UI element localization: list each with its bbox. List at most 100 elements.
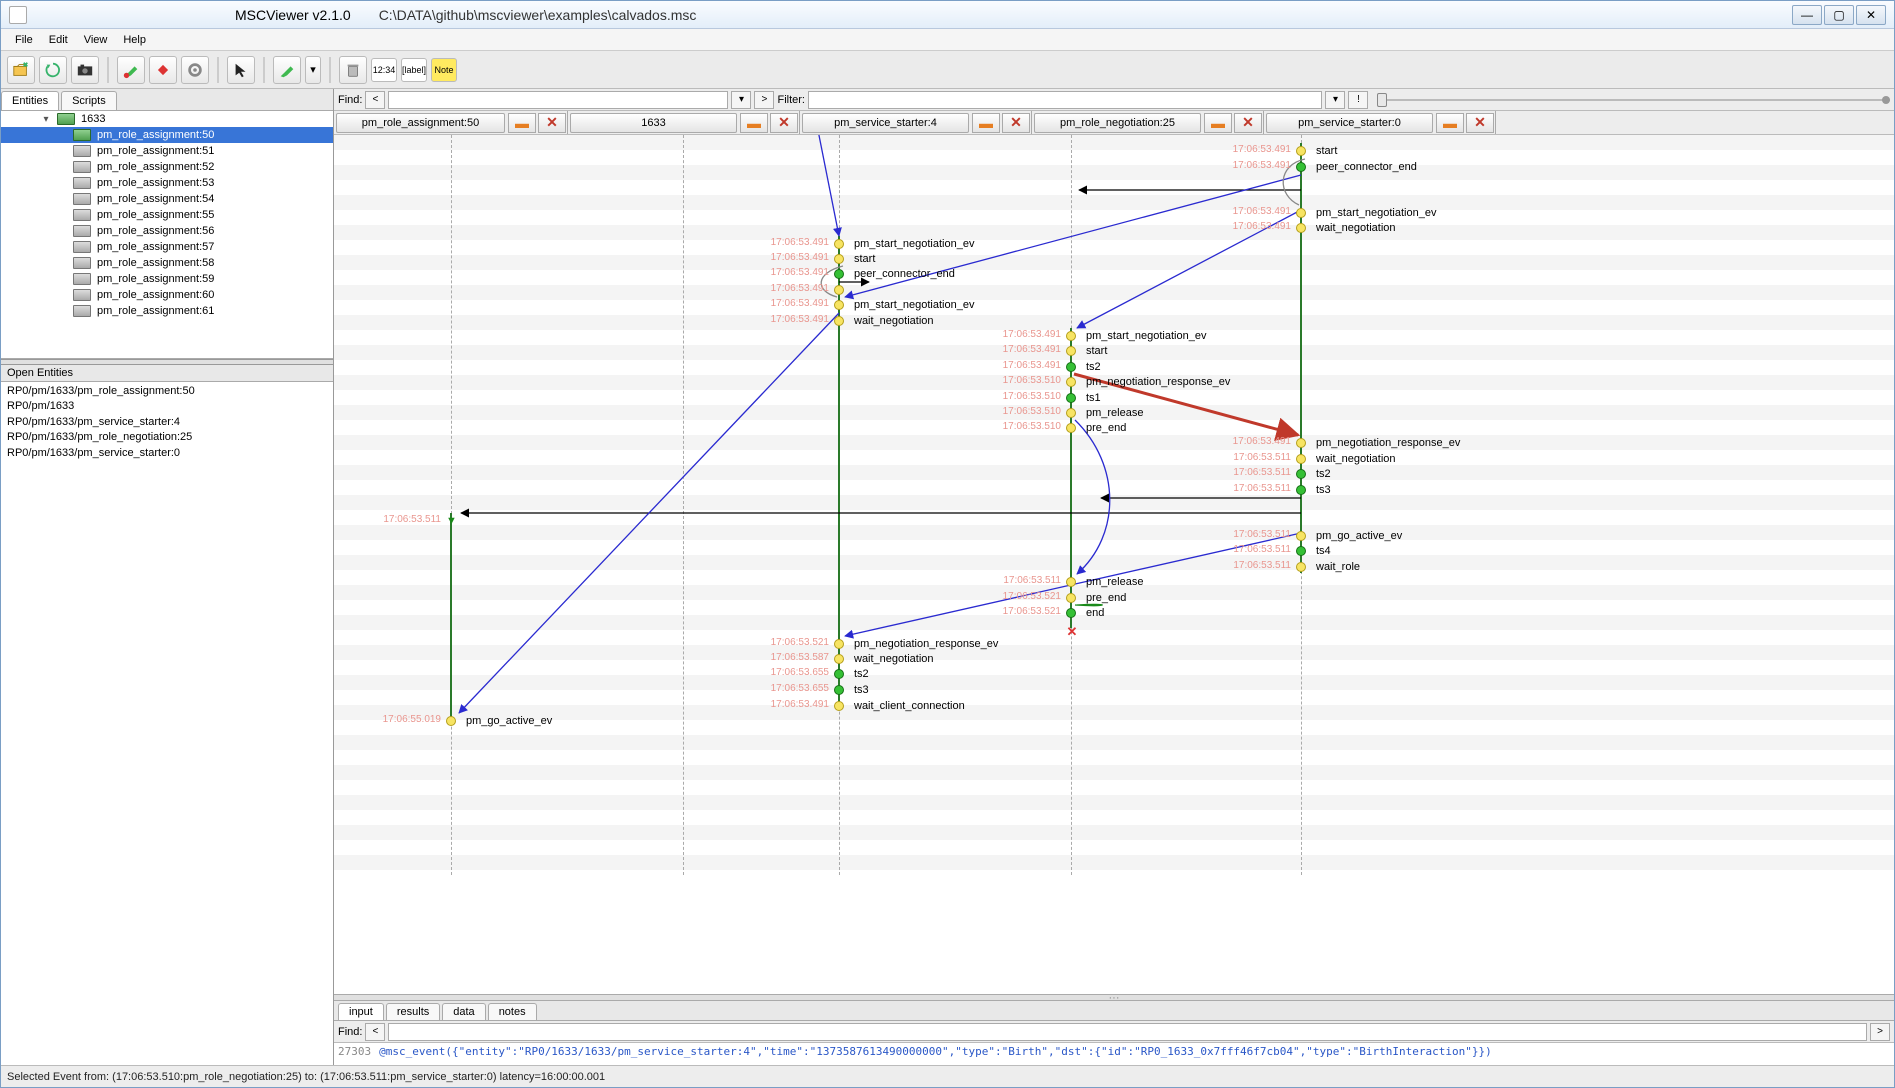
tab-entities[interactable]: Entities (1, 91, 59, 110)
tab-notes[interactable]: notes (488, 1003, 537, 1020)
find2-input[interactable] (388, 1023, 1867, 1041)
tab-input[interactable]: input (338, 1003, 384, 1020)
toggle-timestamps-button[interactable]: 12:34 (371, 58, 397, 82)
event-node[interactable]: pm_release (1066, 405, 1143, 420)
marker-red-button[interactable] (117, 56, 145, 84)
event-node[interactable]: end (1066, 605, 1104, 620)
event-node[interactable]: ts2 (834, 666, 869, 681)
tab-results[interactable]: results (386, 1003, 440, 1020)
event-node[interactable]: ts4 (1296, 543, 1331, 558)
tree-item[interactable]: pm_role_assignment:56 (1, 223, 333, 239)
filter-dropdown-icon[interactable]: ▾ (1325, 91, 1345, 109)
entity-hide-button[interactable]: ▬ (972, 113, 1000, 133)
entity-column-label[interactable]: pm_service_starter:4 (802, 113, 969, 133)
find-prev-button[interactable]: < (365, 91, 385, 109)
event-node[interactable]: pm_negotiation_response_ev (1066, 374, 1230, 389)
open-entity-item[interactable]: RP0/pm/1633/pm_role_negotiation:25 (7, 430, 327, 445)
event-node[interactable]: pm_go_active_ev (446, 713, 552, 728)
filter-input[interactable] (808, 91, 1323, 109)
event-node[interactable]: pm_start_negotiation_ev (834, 297, 974, 312)
event-node[interactable]: pm_start_negotiation_ev (1296, 205, 1436, 220)
entity-hide-button[interactable]: ▬ (1204, 113, 1232, 133)
entity-close-button[interactable]: ✕ (1234, 113, 1262, 133)
event-node[interactable]: ts3 (1296, 482, 1331, 497)
zoom-slider[interactable] (1377, 91, 1890, 109)
event-node[interactable]: pm_go_active_ev (1296, 528, 1402, 543)
tree-item[interactable]: pm_role_assignment:61 (1, 303, 333, 319)
menu-help[interactable]: Help (115, 32, 154, 48)
filter-bang-button[interactable]: ! (1348, 91, 1368, 109)
toggle-labels-button[interactable]: [label] (401, 58, 427, 82)
open-entity-item[interactable]: RP0/pm/1633 (7, 399, 327, 414)
event-node[interactable]: wait_negotiation (1296, 220, 1396, 235)
event-node[interactable]: wait_client_connection (834, 698, 965, 713)
event-node[interactable]: pm_negotiation_response_ev (1296, 435, 1460, 450)
entity-close-button[interactable]: ✕ (538, 113, 566, 133)
tree-item[interactable]: pm_role_assignment:54 (1, 191, 333, 207)
window-maximize-button[interactable]: ▢ (1824, 5, 1854, 25)
reload-button[interactable] (39, 56, 67, 84)
pointer-tool-button[interactable] (227, 56, 255, 84)
trash-button[interactable] (339, 56, 367, 84)
entity-column-label[interactable]: 1633 (570, 113, 737, 133)
entity-column-label[interactable]: pm_role_negotiation:25 (1034, 113, 1201, 133)
event-node[interactable]: ts1 (1066, 390, 1101, 405)
menu-view[interactable]: View (76, 32, 116, 48)
event-node[interactable]: pm_start_negotiation_ev (1066, 328, 1206, 343)
code-view[interactable]: 27303 @msc_event({"entity":"RP0/1633/163… (334, 1043, 1894, 1065)
open-entity-item[interactable]: RP0/pm/1633/pm_role_assignment:50 (7, 384, 327, 399)
highlighter-dropdown-icon[interactable]: ▾ (305, 56, 321, 84)
tree-item[interactable]: pm_role_assignment:59 (1, 271, 333, 287)
window-minimize-button[interactable]: — (1792, 5, 1822, 25)
event-node[interactable]: pm_negotiation_response_ev (834, 636, 998, 651)
entity-close-button[interactable]: ✕ (770, 113, 798, 133)
entity-tree[interactable]: ▾1633pm_role_assignment:50pm_role_assign… (1, 111, 333, 359)
event-node[interactable]: start (834, 251, 875, 266)
window-close-button[interactable]: ✕ (1856, 5, 1886, 25)
open-file-button[interactable] (7, 56, 35, 84)
highlighter-tool-button[interactable] (273, 56, 301, 84)
event-node[interactable] (834, 282, 854, 297)
open-entity-item[interactable]: RP0/pm/1633/pm_service_starter:4 (7, 415, 327, 430)
find-dropdown-icon[interactable]: ▾ (731, 91, 751, 109)
toggle-notes-button[interactable]: Note (431, 58, 457, 82)
event-node[interactable]: start (1066, 343, 1107, 358)
event-node[interactable]: peer_connector_end (834, 266, 955, 281)
tree-item[interactable]: pm_role_assignment:51 (1, 143, 333, 159)
find-input[interactable] (388, 91, 728, 109)
event-node[interactable]: ✕ (1066, 621, 1088, 636)
tree-item[interactable]: pm_role_assignment:50 (1, 127, 333, 143)
event-node[interactable]: wait_negotiation (834, 651, 934, 666)
event-node[interactable]: start (1296, 143, 1337, 158)
event-node[interactable]: ts3 (834, 682, 869, 697)
tree-item[interactable]: pm_role_assignment:53 (1, 175, 333, 191)
event-node[interactable]: ts2 (1296, 466, 1331, 481)
entity-close-button[interactable]: ✕ (1466, 113, 1494, 133)
event-node[interactable]: ts2 (1066, 359, 1101, 374)
tree-item[interactable]: pm_role_assignment:52 (1, 159, 333, 175)
event-node[interactable]: wait_negotiation (834, 313, 934, 328)
event-node[interactable]: pm_release (1066, 574, 1143, 589)
settings-button[interactable] (181, 56, 209, 84)
event-node[interactable]: peer_connector_end (1296, 159, 1417, 174)
entity-hide-button[interactable]: ▬ (740, 113, 768, 133)
delete-marker-button[interactable] (149, 56, 177, 84)
event-node[interactable]: ▼ (446, 513, 463, 528)
tree-item[interactable]: pm_role_assignment:57 (1, 239, 333, 255)
event-node[interactable]: pm_start_negotiation_ev (834, 236, 974, 251)
event-node[interactable]: wait_role (1296, 559, 1360, 574)
tab-scripts[interactable]: Scripts (61, 91, 117, 110)
entity-close-button[interactable]: ✕ (1002, 113, 1030, 133)
diagram-canvas[interactable]: start17:06:53.491peer_connector_end17:06… (334, 135, 1894, 994)
menu-edit[interactable]: Edit (41, 32, 76, 48)
find2-prev-button[interactable]: < (365, 1023, 385, 1041)
open-entity-item[interactable]: RP0/pm/1633/pm_service_starter:0 (7, 446, 327, 461)
find2-next-button[interactable]: > (1870, 1023, 1890, 1041)
tab-data[interactable]: data (442, 1003, 485, 1020)
find-next-button[interactable]: > (754, 91, 774, 109)
event-node[interactable]: wait_negotiation (1296, 451, 1396, 466)
tree-item[interactable]: pm_role_assignment:58 (1, 255, 333, 271)
tree-item[interactable]: pm_role_assignment:55 (1, 207, 333, 223)
entity-column-label[interactable]: pm_service_starter:0 (1266, 113, 1433, 133)
menu-file[interactable]: File (7, 32, 41, 48)
